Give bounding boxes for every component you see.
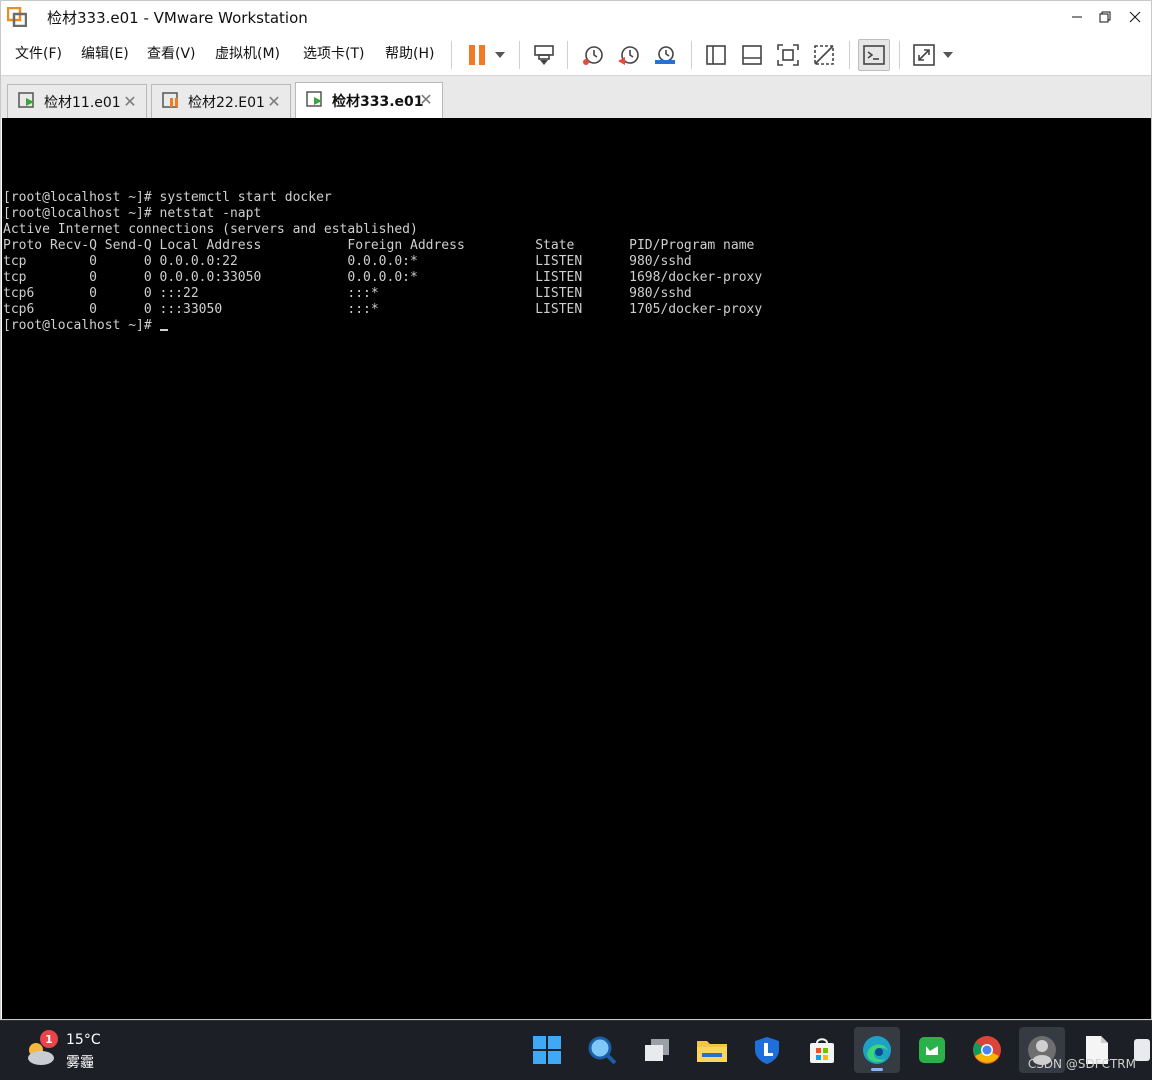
menu-view[interactable]: 查看(V) bbox=[147, 43, 196, 63]
tab-vm-2[interactable]: 检材22.E01 ✕ bbox=[151, 84, 291, 118]
window-title: 检材333.e01 - VMware Workstation bbox=[47, 9, 308, 27]
terminal-line: tcp6 0 0 :::22 :::* LISTEN 980/sshd bbox=[3, 286, 692, 301]
terminal-line: Active Internet connections (servers and… bbox=[3, 222, 418, 237]
menu-file[interactable]: 文件(F) bbox=[15, 43, 62, 63]
terminal-line: [root@localhost ~]# netstat -napt bbox=[3, 206, 262, 221]
dropdown-icon[interactable] bbox=[489, 39, 511, 71]
store-icon[interactable] bbox=[799, 1027, 845, 1073]
terminal-line: Proto Recv-Q Send-Q Local Address Foreig… bbox=[3, 238, 755, 253]
snapshot-icon[interactable] bbox=[577, 39, 609, 71]
active-indicator bbox=[871, 1068, 883, 1071]
menu-edit[interactable]: 编辑(E) bbox=[81, 43, 129, 63]
close-icon[interactable]: ✕ bbox=[418, 90, 434, 109]
thumbnail-bar-icon[interactable] bbox=[736, 39, 768, 71]
tab-label: 检材22.E01 bbox=[188, 94, 265, 111]
security-app-icon[interactable] bbox=[744, 1027, 790, 1073]
weather-widget[interactable]: 1 15°C 雾霾 bbox=[24, 1030, 124, 1071]
vmware-app-icon bbox=[6, 6, 28, 28]
toolbar-separator bbox=[899, 41, 900, 69]
close-icon[interactable]: ✕ bbox=[122, 92, 138, 111]
terminal-line: [root@localhost ~]# systemctl start dock… bbox=[3, 190, 332, 205]
title-bar[interactable]: 检材333.e01 - VMware Workstation bbox=[1, 1, 1151, 33]
close-icon[interactable]: ✕ bbox=[266, 92, 282, 111]
file-explorer-icon[interactable] bbox=[689, 1027, 735, 1073]
unity-icon[interactable] bbox=[808, 39, 840, 71]
toolbar-separator bbox=[519, 41, 520, 69]
send-ctrl-alt-del-icon[interactable] bbox=[528, 39, 560, 71]
watermark-text: CSDN @SDFCTRM bbox=[1027, 1057, 1136, 1071]
notification-badge: 1 bbox=[40, 1030, 58, 1048]
taskbar: 1 15°C 雾霾 CSDN @SDFCTRM bbox=[0, 1020, 1152, 1080]
toolbar-separator bbox=[849, 41, 850, 69]
vm-console[interactable]: [root@localhost ~]# systemctl start dock… bbox=[2, 118, 1151, 1019]
dropdown-icon[interactable] bbox=[937, 39, 959, 71]
search-icon[interactable] bbox=[579, 1027, 625, 1073]
vmware-window: 检材333.e01 - VMware Workstation 文件(F) 编辑(… bbox=[0, 0, 1152, 1020]
stretch-icon[interactable] bbox=[908, 39, 940, 71]
terminal-prompt-line[interactable]: [root@localhost ~]# bbox=[3, 318, 762, 334]
snapshot-manager-icon[interactable] bbox=[649, 39, 681, 71]
tab-vm-1[interactable]: 检材11.e01 ✕ bbox=[7, 84, 147, 118]
weather-temperature: 15°C bbox=[66, 1032, 101, 1048]
toolbar-separator bbox=[451, 41, 452, 69]
menu-help[interactable]: 帮助(H) bbox=[385, 43, 434, 63]
task-view-icon[interactable] bbox=[634, 1027, 680, 1073]
terminal-line: tcp6 0 0 :::33050 :::* LISTEN 1705/docke… bbox=[3, 302, 763, 317]
terminal-line: tcp 0 0 0.0.0.0:22 0.0.0.0:* LISTEN 980/… bbox=[3, 254, 692, 269]
terminal-output: [root@localhost ~]# systemctl start dock… bbox=[3, 190, 762, 334]
tab-vm-3[interactable]: 检材333.e01 ✕ bbox=[295, 82, 443, 119]
vm-tab-strip: 检材11.e01 ✕ 检材22.E01 ✕ 检材333.e01 ✕ bbox=[1, 75, 1151, 119]
fullscreen-icon[interactable] bbox=[772, 39, 804, 71]
text-cursor bbox=[159, 329, 168, 331]
tab-label: 检材333.e01 bbox=[332, 94, 424, 110]
menu-tabs[interactable]: 选项卡(T) bbox=[303, 43, 364, 63]
menu-toolbar: 文件(F) 编辑(E) 查看(V) 虚拟机(M) 选项卡(T) 帮助(H) bbox=[1, 33, 1151, 75]
vm-running-icon bbox=[306, 90, 324, 112]
windows-start-icon[interactable] bbox=[524, 1027, 570, 1073]
toolbar-separator bbox=[567, 41, 568, 69]
menu-vm[interactable]: 虚拟机(M) bbox=[215, 43, 280, 63]
terminal-prompt: [root@localhost ~]# bbox=[3, 318, 160, 333]
edge-icon[interactable] bbox=[854, 1027, 900, 1073]
vm-paused-icon bbox=[162, 91, 180, 113]
revert-snapshot-icon[interactable] bbox=[613, 39, 645, 71]
close-button[interactable] bbox=[1115, 1, 1152, 33]
tab-label: 检材11.e01 bbox=[44, 94, 121, 111]
chrome-icon[interactable] bbox=[964, 1027, 1010, 1073]
terminal-line: tcp 0 0 0.0.0.0:33050 0.0.0.0:* LISTEN 1… bbox=[3, 270, 763, 285]
console-view-icon[interactable] bbox=[858, 39, 890, 71]
wechat-icon[interactable] bbox=[909, 1027, 955, 1073]
library-icon[interactable] bbox=[700, 39, 732, 71]
toolbar-separator bbox=[691, 41, 692, 69]
weather-condition: 雾霾 bbox=[66, 1055, 94, 1071]
vm-running-icon bbox=[18, 91, 36, 113]
